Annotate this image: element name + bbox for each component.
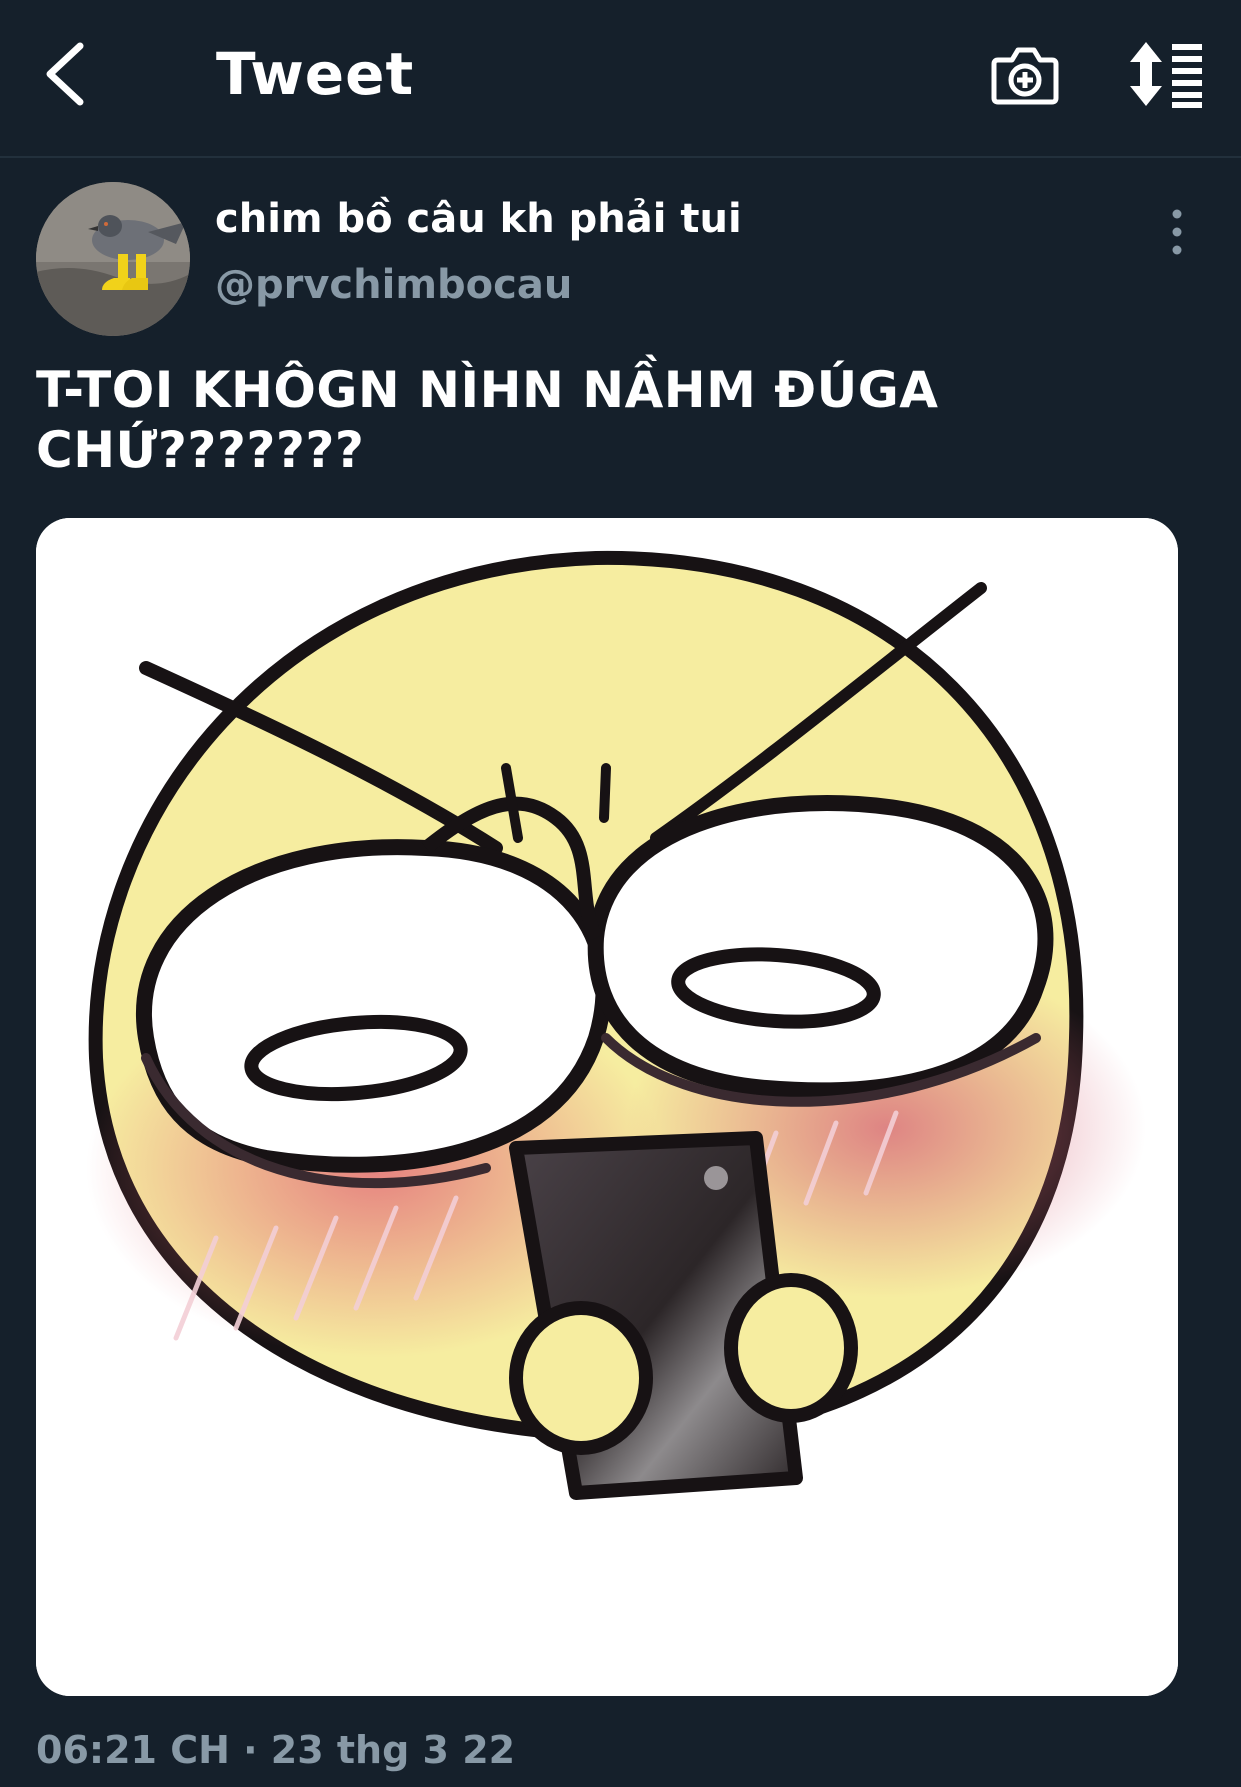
camera-add-button[interactable] <box>990 40 1060 110</box>
avatar[interactable] <box>36 182 190 336</box>
display-name[interactable]: chim bồ câu kh phải tui <box>215 194 742 244</box>
camera-add-icon <box>991 47 1059 105</box>
tweet-timestamp: 06:21 CH · 23 thg 3 22 <box>36 1728 516 1772</box>
top-navigation-bar: Tweet <box>0 0 1241 158</box>
more-options-button[interactable] <box>1162 206 1192 262</box>
tweet-media-image[interactable] <box>36 518 1178 1696</box>
user-handle[interactable]: @prvchimbocau <box>215 260 572 310</box>
tweet-text-line-2: CHỨ??????? <box>36 421 365 479</box>
back-button[interactable] <box>38 36 98 112</box>
embarrassed-emoji-image <box>36 518 1178 1696</box>
sort-button[interactable] <box>1128 40 1206 110</box>
pigeon-avatar-image <box>36 182 190 336</box>
chevron-left-icon <box>46 42 84 106</box>
page-title: Tweet <box>216 40 415 108</box>
tweet-text-line-1: T-TOI KHÔGN NÌHN NẦHM ĐÚGA <box>36 361 939 419</box>
sort-list-icon <box>1130 42 1202 108</box>
tweet-text: T-TOI KHÔGN NÌHN NẦHM ĐÚGA CHỨ??????? <box>36 360 1176 480</box>
more-vertical-icon <box>1172 209 1182 255</box>
